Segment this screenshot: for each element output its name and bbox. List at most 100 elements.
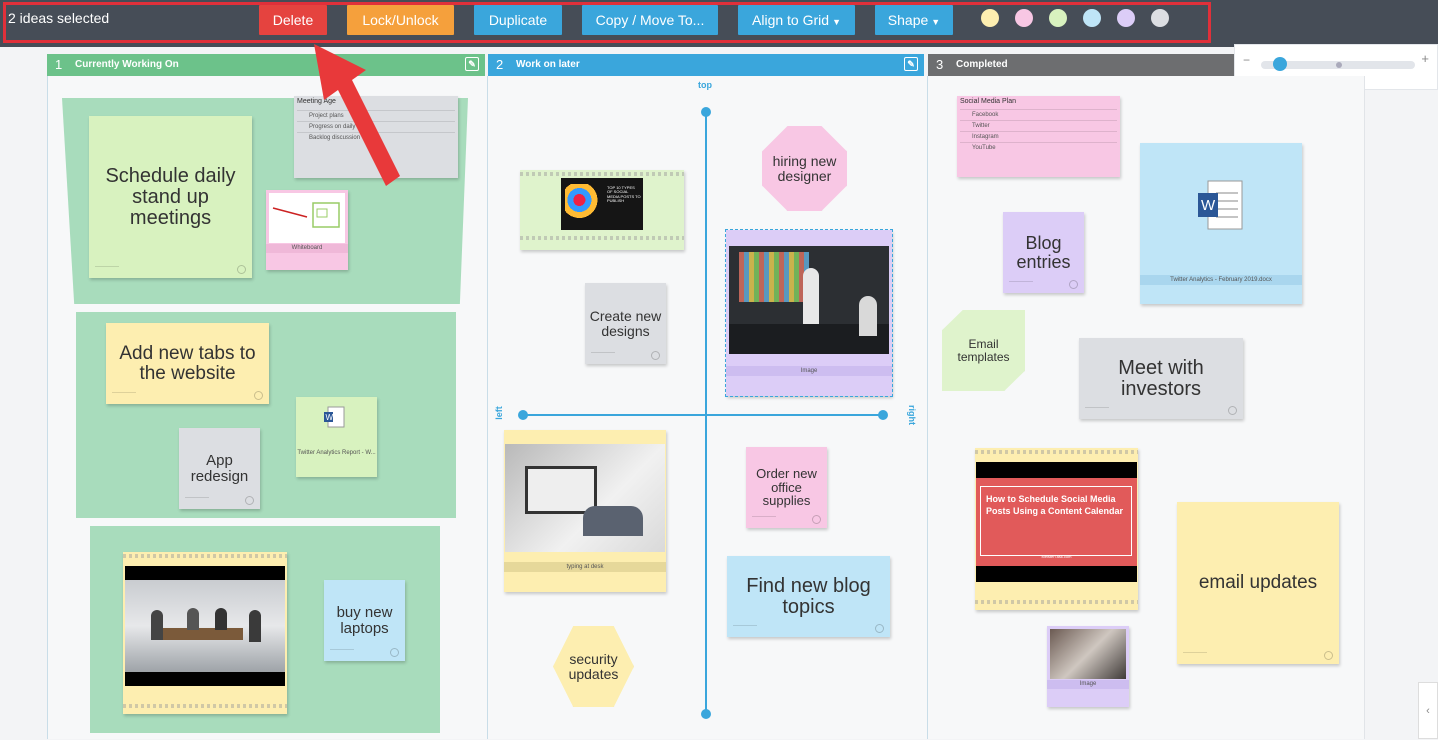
zoom-out-button[interactable]: − xyxy=(1243,53,1250,67)
idea-note[interactable]: Schedule daily stand up meetings xyxy=(89,116,252,278)
office-meeting-image xyxy=(729,246,889,354)
image-caption: typing at desk xyxy=(504,562,666,572)
list-item[interactable]: YouTube xyxy=(960,142,1117,153)
collapse-panel-chevron-icon[interactable]: ‹ xyxy=(1418,682,1438,739)
edit-icon[interactable]: ✎ xyxy=(465,57,479,71)
horizontal-axis xyxy=(522,414,884,416)
axis-endpoint[interactable] xyxy=(518,410,528,420)
column-number: 1 xyxy=(55,57,63,72)
column-header-2: 2 Work on later ✎ xyxy=(488,54,924,76)
copy-move-button[interactable]: Copy / Move To... xyxy=(582,5,718,35)
svg-text:W: W xyxy=(1201,197,1216,214)
idea-note[interactable]: Meet with investors xyxy=(1079,338,1243,419)
axis-label-right[interactable]: right xyxy=(907,405,917,425)
idea-note-octagon[interactable]: hiring new designer xyxy=(762,126,847,211)
note-text: hiring new designer xyxy=(772,152,837,184)
image-text: TOP 10 TYPES OF SOCIAL MEDIA POSTS TO PU… xyxy=(607,185,641,204)
idea-note[interactable]: App redesign xyxy=(179,428,260,509)
note-text: Email templates xyxy=(957,336,1010,364)
column-number: 3 xyxy=(936,57,944,72)
idea-note[interactable]: Find new blog topics xyxy=(727,556,890,637)
column-title[interactable]: Work on later xyxy=(516,59,580,70)
idea-note[interactable]: email updates xyxy=(1177,502,1339,664)
image-card[interactable]: Image xyxy=(1047,626,1129,707)
list-item[interactable]: Twitter xyxy=(960,120,1117,131)
image-card[interactable]: Whiteboard xyxy=(266,190,348,270)
column-header-3: 3 Completed xyxy=(928,54,1234,76)
word-document-icon: W xyxy=(1198,180,1243,230)
axis-endpoint[interactable] xyxy=(701,107,711,117)
note-text: email updates xyxy=(1198,572,1318,594)
align-to-grid-button[interactable]: Align to Grid ▼ xyxy=(738,5,855,35)
selection-toolbar: 2 ideas selected Delete Lock/Unlock Dupl… xyxy=(0,0,1438,47)
video-card[interactable]: How to Schedule Social Media Posts Using… xyxy=(975,448,1138,610)
column-title[interactable]: Completed xyxy=(956,59,1008,70)
document-caption: Twitter Analytics Report - W... xyxy=(297,450,376,456)
image-caption: Image xyxy=(1047,680,1129,689)
word-document-icon: W xyxy=(324,406,345,428)
column-number: 2 xyxy=(496,57,504,72)
document-card[interactable]: W Twitter Analytics Report - W... xyxy=(296,397,377,477)
document-caption: Twitter Analytics - February 2019.docx xyxy=(1140,275,1302,285)
list-card[interactable]: Social Media Plan Facebook Twitter Insta… xyxy=(957,96,1120,177)
document-card[interactable]: W Twitter Analytics - February 2019.docx xyxy=(1140,143,1302,304)
idea-note[interactable]: buy new laptops xyxy=(324,580,405,661)
column-title[interactable]: Currently Working On xyxy=(75,59,179,70)
caret-down-icon: ▼ xyxy=(931,17,941,27)
color-swatch-yellow[interactable] xyxy=(981,9,999,27)
selection-count-label: 2 ideas selected xyxy=(8,10,110,26)
color-swatch-gray[interactable] xyxy=(1151,9,1169,27)
note-text: buy new laptops xyxy=(336,603,393,637)
duplicate-button[interactable]: Duplicate xyxy=(474,5,562,35)
caret-down-icon: ▼ xyxy=(832,17,841,27)
axis-endpoint[interactable] xyxy=(701,709,711,719)
color-swatch-blue[interactable] xyxy=(1083,9,1101,27)
note-text: Find new blog topics xyxy=(746,574,871,618)
delete-button[interactable]: Delete xyxy=(259,5,327,35)
note-text: Create new designs xyxy=(589,307,662,339)
desk-photo-image xyxy=(1050,629,1126,679)
note-text: Add new tabs to the website xyxy=(119,342,256,384)
axis-label-left[interactable]: left xyxy=(494,406,504,420)
video-site: MeisterTask.com xyxy=(1041,554,1072,559)
idea-note[interactable]: Order new office supplies xyxy=(746,447,827,528)
idea-note[interactable]: Blog entries xyxy=(1003,212,1084,293)
idea-note[interactable]: Create new designs xyxy=(585,283,666,364)
image-caption: Whiteboard xyxy=(266,244,348,253)
note-text: Schedule daily stand up meetings xyxy=(105,164,236,229)
note-text: Blog entries xyxy=(1016,232,1071,272)
typing-at-desk-image xyxy=(505,444,665,552)
image-card[interactable]: TOP 10 TYPES OF SOCIAL MEDIA POSTS TO PU… xyxy=(520,170,684,250)
vertical-axis xyxy=(705,111,707,715)
image-card[interactable]: Image xyxy=(725,229,893,397)
shape-button[interactable]: Shape ▼ xyxy=(875,5,953,35)
list-item[interactable]: Facebook xyxy=(960,109,1117,120)
image-card[interactable]: typing at desk xyxy=(504,430,666,592)
zoom-in-button[interactable]: + xyxy=(1421,51,1429,66)
image-caption: Image xyxy=(726,366,892,376)
shape-label: Shape xyxy=(887,12,929,28)
whiteboard-sketch-icon xyxy=(272,202,340,228)
color-swatch-green[interactable] xyxy=(1049,9,1067,27)
color-swatch-pink[interactable] xyxy=(1015,9,1033,27)
idea-note-shape[interactable]: Email templates xyxy=(942,310,1025,391)
axis-endpoint[interactable] xyxy=(878,410,888,420)
lock-unlock-button[interactable]: Lock/Unlock xyxy=(347,5,454,35)
axis-label-top[interactable]: top xyxy=(698,80,712,90)
video-card[interactable] xyxy=(123,552,287,714)
align-to-grid-label: Align to Grid xyxy=(752,12,830,28)
zoom-default-marker xyxy=(1336,62,1342,68)
idea-note[interactable]: Add new tabs to the website xyxy=(106,323,269,404)
video-thumbnail xyxy=(125,566,285,686)
svg-text:W: W xyxy=(326,413,334,422)
whiteboard-image xyxy=(269,193,345,243)
color-swatch-purple[interactable] xyxy=(1117,9,1135,27)
note-text: App redesign xyxy=(190,451,249,485)
video-title: How to Schedule Social Media Posts Using… xyxy=(986,494,1124,516)
note-text: Order new office supplies xyxy=(756,466,817,509)
zoom-slider-handle[interactable] xyxy=(1273,57,1287,71)
note-text: security updates xyxy=(568,650,619,682)
edit-icon[interactable]: ✎ xyxy=(904,57,918,71)
list-item[interactable]: Instagram xyxy=(960,131,1117,142)
annotation-arrow-icon xyxy=(314,44,400,186)
